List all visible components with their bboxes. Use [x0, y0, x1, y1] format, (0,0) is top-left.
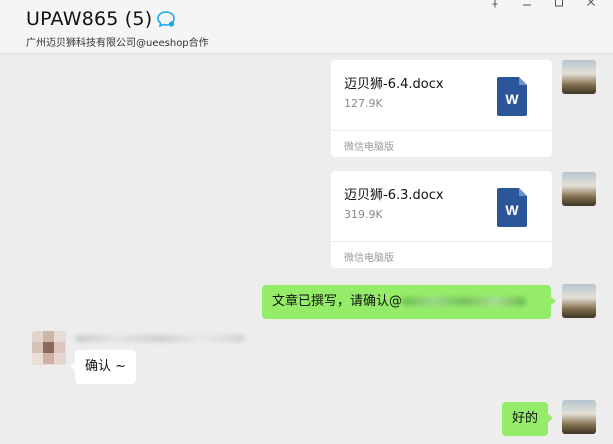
file-name: 迈贝狮-6.4.docx — [344, 77, 444, 92]
file-card-divider — [331, 241, 552, 242]
chat-title[interactable]: UPAW865 (5) — [26, 8, 152, 30]
svg-text:W: W — [505, 91, 519, 107]
message-text: 好的 — [512, 411, 539, 426]
chat-subtitle: 广州迈贝狮科技有限公司@ueeshop合作 — [26, 38, 209, 49]
file-size: 319.9K — [344, 208, 383, 221]
sender-name — [75, 335, 245, 342]
title-row: UPAW865 (5) — [26, 8, 176, 30]
redacted-text — [402, 297, 527, 306]
pin-icon[interactable] — [479, 0, 511, 10]
window-controls — [479, 0, 607, 10]
svg-text:W: W — [505, 202, 519, 218]
chat-header: UPAW865 (5) 广州迈贝狮科技有限公司@ueeshop合作 — [0, 0, 613, 54]
maximize-icon[interactable] — [543, 0, 575, 10]
avatar[interactable] — [562, 400, 596, 434]
avatar[interactable] — [562, 60, 596, 94]
file-source-label: 微信电脑版 — [344, 253, 394, 264]
file-card-divider — [331, 130, 552, 131]
message-bubble[interactable]: 好的 — [502, 402, 554, 436]
word-file-icon: W — [497, 188, 527, 227]
file-message-card[interactable]: 迈贝狮-6.4.docx 127.9K W 微信电脑版 — [331, 60, 552, 157]
chat-bubble-icon[interactable] — [156, 9, 176, 29]
minimize-icon[interactable] — [511, 0, 543, 10]
message-text: 确认 ~ — [85, 359, 127, 374]
file-size: 127.9K — [344, 97, 383, 110]
avatar[interactable] — [562, 172, 596, 206]
word-file-icon: W — [497, 77, 527, 116]
avatar[interactable] — [32, 331, 66, 365]
message-bubble[interactable]: 文章已撰写，请确认@ — [262, 285, 556, 319]
avatar[interactable] — [562, 284, 596, 318]
file-name: 迈贝狮-6.3.docx — [344, 188, 444, 203]
file-source-label: 微信电脑版 — [344, 142, 394, 153]
close-icon[interactable] — [575, 0, 607, 10]
file-message-card[interactable]: 迈贝狮-6.3.docx 319.9K W 微信电脑版 — [331, 171, 552, 268]
message-bubble[interactable]: 确认 ~ — [69, 350, 137, 384]
message-text: 文章已撰写，请确认@ — [272, 294, 403, 309]
